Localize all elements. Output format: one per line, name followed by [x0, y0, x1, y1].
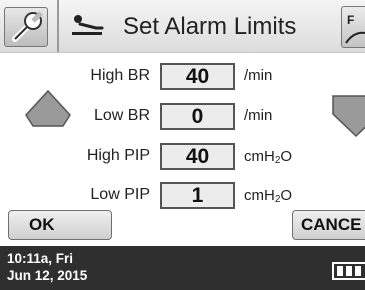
low-pip-unit: cmH2O [244, 187, 293, 205]
status-bar: 10:11a, Fri Jun 12, 2015 [0, 246, 365, 290]
battery-icon [332, 262, 365, 280]
arrow-down-icon[interactable] [331, 90, 365, 142]
settings-button[interactable] [4, 7, 48, 47]
high-br-value-field[interactable]: 40 [160, 63, 235, 90]
header-bar: Set Alarm Limits F [0, 0, 365, 53]
high-pip-label: High PIP [86, 147, 150, 164]
header-divider [57, 0, 59, 52]
high-br-label: High BR [90, 67, 150, 84]
curve-icon [345, 31, 365, 44]
low-br-label: Low BR [93, 107, 150, 124]
patient-bed-icon [72, 15, 104, 35]
low-br-unit: /min [244, 107, 273, 124]
cancel-button[interactable]: CANCE [292, 210, 365, 240]
status-date: Jun 12, 2015 [7, 268, 88, 283]
low-pip-label: Low PIP [90, 186, 150, 203]
wrench-icon [12, 11, 43, 42]
page-title: Set Alarm Limits [123, 13, 297, 40]
high-pip-unit: cmH2O [244, 148, 293, 166]
ok-button[interactable]: OK [8, 210, 112, 240]
low-br-value-field[interactable]: 0 [160, 103, 235, 130]
low-pip-value-field[interactable]: 1 [160, 182, 235, 209]
high-pip-value-field[interactable]: 40 [160, 143, 235, 170]
status-time: 10:11a, Fri [7, 251, 74, 266]
high-br-unit: /min [244, 67, 273, 84]
function-button[interactable]: F [341, 6, 365, 48]
function-button-label: F [347, 13, 355, 27]
